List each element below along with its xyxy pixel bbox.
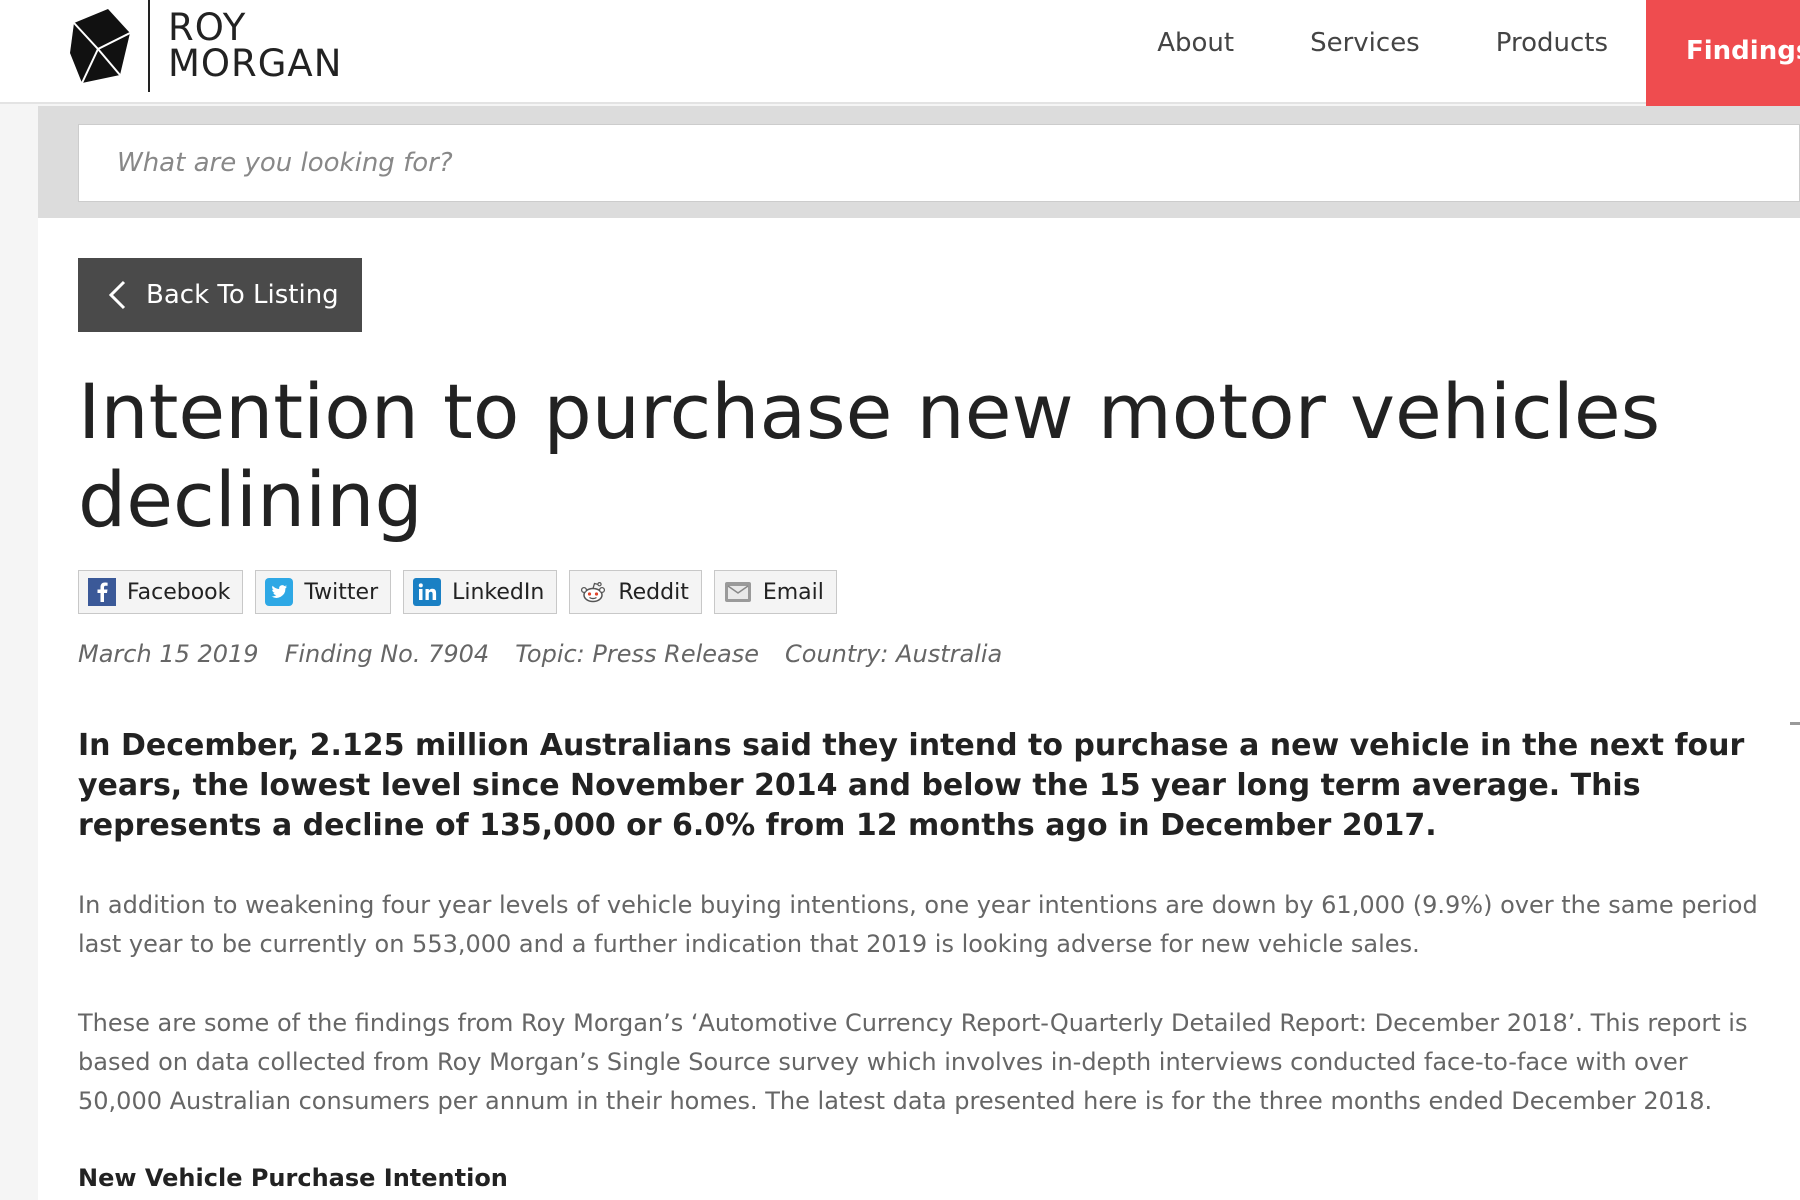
site-header: ROY MORGAN About Services Products Findi… xyxy=(0,0,1800,110)
logo-mark-icon xyxy=(70,9,131,84)
share-reddit-label: Reddit xyxy=(618,579,689,605)
nav-findings[interactable]: Findings xyxy=(1646,0,1800,110)
section-heading: New Vehicle Purchase Intention xyxy=(78,1164,508,1192)
article-date: March 15 2019 xyxy=(78,640,259,668)
search-bar xyxy=(38,106,1800,218)
search-input[interactable] xyxy=(79,125,1799,201)
share-linkedin-button[interactable]: LinkedIn xyxy=(403,570,558,614)
share-facebook-button[interactable]: Facebook xyxy=(78,570,244,614)
share-twitter-button[interactable]: Twitter xyxy=(255,570,392,614)
share-facebook-label: Facebook xyxy=(127,579,231,605)
email-icon xyxy=(723,577,753,607)
article-country: Country: Australia xyxy=(785,640,1003,668)
article-meta: March 15 2019 Finding No. 7904 Topic: Pr… xyxy=(78,640,1002,668)
share-bar: Facebook Twitter LinkedIn Reddit Email xyxy=(78,570,837,614)
chevron-left-icon xyxy=(108,280,126,310)
back-to-listing-button[interactable]: Back To Listing xyxy=(78,258,362,332)
article-paragraph: These are some of the findings from Roy … xyxy=(78,1009,1748,1115)
nav-services[interactable]: Services xyxy=(1272,0,1458,110)
logo-text: ROY MORGAN xyxy=(168,6,343,85)
article-content: Back To Listing Intention to purchase ne… xyxy=(38,218,1800,1200)
reddit-icon xyxy=(578,577,608,607)
main-nav: About Services Products Findings xyxy=(1119,0,1800,110)
nav-products[interactable]: Products xyxy=(1458,0,1646,110)
search-box xyxy=(78,124,1800,202)
share-twitter-label: Twitter xyxy=(304,579,379,605)
article-topic: Topic: Press Release xyxy=(515,640,759,668)
logo-line-1: ROY xyxy=(168,6,247,49)
article-title: Intention to purchase new motor vehicles… xyxy=(78,367,1661,544)
back-button-label: Back To Listing xyxy=(146,280,339,310)
share-email-label: Email xyxy=(762,579,824,605)
site-logo[interactable]: ROY MORGAN xyxy=(68,0,341,92)
article-lead: In December, 2.125 million Australians s… xyxy=(78,728,1745,843)
share-linkedin-label: LinkedIn xyxy=(452,579,545,605)
scrollbar-marker[interactable] xyxy=(1790,722,1800,725)
facebook-icon xyxy=(87,577,117,607)
share-email-button[interactable]: Email xyxy=(713,570,837,614)
article-paragraph: In addition to weakening four year level… xyxy=(78,891,1758,958)
linkedin-icon xyxy=(412,577,442,607)
logo-divider xyxy=(148,0,150,92)
logo-line-2: MORGAN xyxy=(168,42,343,85)
twitter-icon xyxy=(264,577,294,607)
nav-about[interactable]: About xyxy=(1119,0,1272,110)
share-reddit-button[interactable]: Reddit xyxy=(569,570,702,614)
finding-number: Finding No. 7904 xyxy=(284,640,490,668)
